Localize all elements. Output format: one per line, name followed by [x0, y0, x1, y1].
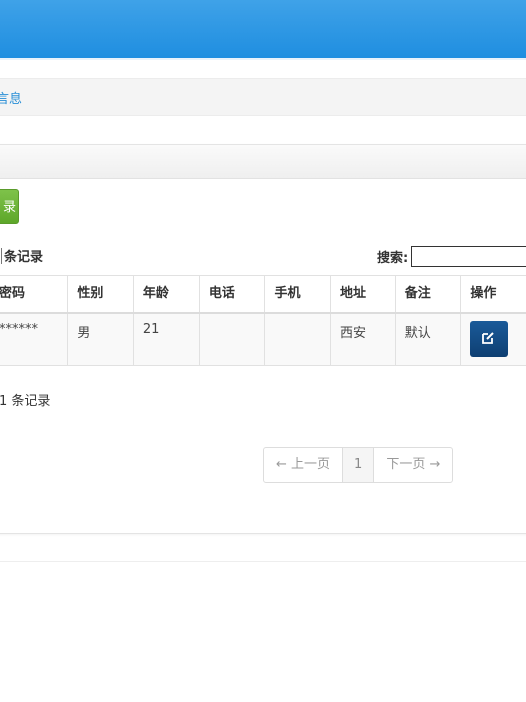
cell-password: ****** — [0, 312, 69, 366]
page-length-select[interactable] — [0, 248, 2, 264]
pagination-prev[interactable]: ← 上一页 — [264, 448, 344, 482]
table-header-row: 密码 性别 年龄 电话 手机 地址 备注 操作 — [0, 275, 526, 314]
breadcrumb-current[interactable]: 言息 — [0, 88, 22, 107]
table-row: ****** 男 21 西安 默认 — [0, 312, 526, 366]
table-info: 1 条记录 — [0, 394, 51, 409]
column-header-gender[interactable]: 性别 — [67, 275, 134, 314]
cell-address: 西安 — [330, 312, 396, 366]
content-panel: 录 条记录 搜索: 密码 性别 年龄 电话 手机 地址 备注 操作 ******… — [0, 144, 526, 534]
panel-header — [0, 145, 526, 179]
column-header-phone[interactable]: 电话 — [198, 275, 266, 314]
pagination-page-1[interactable]: 1 — [343, 448, 375, 482]
top-header-bar — [0, 0, 526, 60]
search-input[interactable] — [411, 246, 526, 267]
edit-icon — [482, 332, 495, 344]
cell-gender: 男 — [67, 312, 134, 366]
add-record-button[interactable]: 录 — [0, 189, 19, 224]
cell-mobile — [264, 312, 332, 366]
footer-divider — [0, 561, 526, 562]
pagination-next[interactable]: 下一页 → — [374, 448, 452, 482]
page-length-label: 条记录 — [4, 250, 44, 265]
cell-phone — [198, 312, 266, 366]
search-label: 搜索: — [377, 251, 409, 266]
column-header-mobile[interactable]: 手机 — [264, 275, 332, 314]
column-header-address[interactable]: 地址 — [330, 275, 396, 314]
page-length-control: 条记录 — [0, 246, 43, 265]
column-header-action: 操作 — [460, 275, 526, 314]
column-header-password[interactable]: 密码 — [0, 275, 69, 314]
breadcrumb: 言息 — [0, 78, 526, 116]
data-table: 密码 性别 年龄 电话 手机 地址 备注 操作 ****** 男 21 西安 默… — [0, 275, 526, 366]
cell-note: 默认 — [394, 312, 462, 366]
column-header-age[interactable]: 年龄 — [132, 275, 200, 314]
edit-button[interactable] — [470, 321, 509, 357]
column-header-note[interactable]: 备注 — [394, 275, 462, 314]
cell-action — [460, 312, 526, 366]
pagination: ← 上一页 1 下一页 → — [263, 447, 454, 483]
cell-age: 21 — [132, 312, 200, 366]
